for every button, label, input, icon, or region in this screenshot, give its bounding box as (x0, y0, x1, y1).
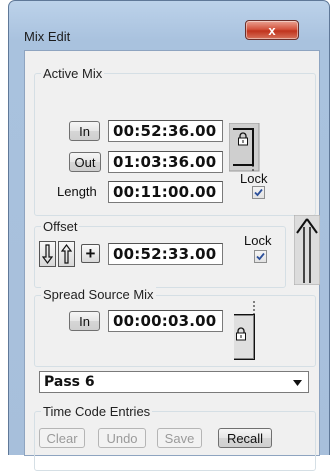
spread-in-button[interactable]: In (69, 311, 100, 331)
pass-select[interactable]: Pass 6 (39, 371, 309, 393)
window-title: Mix Edit (24, 29, 71, 44)
length-field[interactable]: 00:11:00.00 (108, 181, 223, 203)
offset-up-arrow-icon[interactable] (294, 215, 320, 285)
up-arrow-icon (61, 244, 72, 264)
active-mix-lock-label: Lock (240, 171, 268, 186)
active-mix-label: Active Mix (41, 66, 105, 81)
plus-label: + (85, 244, 96, 263)
mix-edit-window: Mix Edit x Active Mix In 00:52:36.00 Out… (8, 0, 330, 471)
clear-button[interactable]: Clear (39, 428, 85, 448)
active-mix-lock-checkbox[interactable] (252, 186, 265, 199)
length-label: Length (57, 184, 97, 199)
recall-button[interactable]: Recall (218, 428, 272, 448)
offset-down-button[interactable] (39, 241, 56, 267)
spread-field[interactable]: 00:00:03.00 (108, 310, 223, 332)
close-button[interactable]: x (245, 20, 299, 40)
padlock-icon (236, 327, 246, 341)
offset-up-button[interactable] (58, 241, 75, 267)
active-mix-in-field[interactable]: 00:52:36.00 (108, 120, 223, 142)
dropdown-arrow-icon (293, 380, 302, 386)
undo-button[interactable]: Undo (98, 428, 146, 448)
offset-lock-checkbox[interactable] (254, 250, 267, 263)
checkmark-icon (254, 188, 263, 197)
offset-plus-button[interactable]: + (81, 244, 100, 263)
checkmark-icon (256, 252, 265, 261)
active-mix-in-button[interactable]: In (69, 121, 100, 141)
padlock-icon (238, 132, 248, 146)
client-area: Active Mix In 00:52:36.00 Out 01:03:36.0… (24, 50, 320, 471)
save-button[interactable]: Save (157, 428, 202, 448)
active-mix-out-button[interactable]: Out (69, 152, 101, 172)
time-code-entries-label: Time Code Entries (41, 404, 153, 419)
down-arrow-icon (42, 244, 53, 264)
offset-label: Offset (41, 219, 80, 234)
offset-field[interactable]: 00:52:33.00 (108, 243, 223, 265)
active-mix-out-field[interactable]: 01:03:36.00 (108, 151, 223, 173)
close-icon: x (268, 22, 276, 38)
spread-source-mix-label: Spread Source Mix (41, 287, 156, 302)
offset-lock-label: Lock (244, 233, 272, 248)
active-mix-lock-bracket[interactable] (229, 123, 263, 173)
pass-select-value: Pass 6 (44, 374, 95, 390)
